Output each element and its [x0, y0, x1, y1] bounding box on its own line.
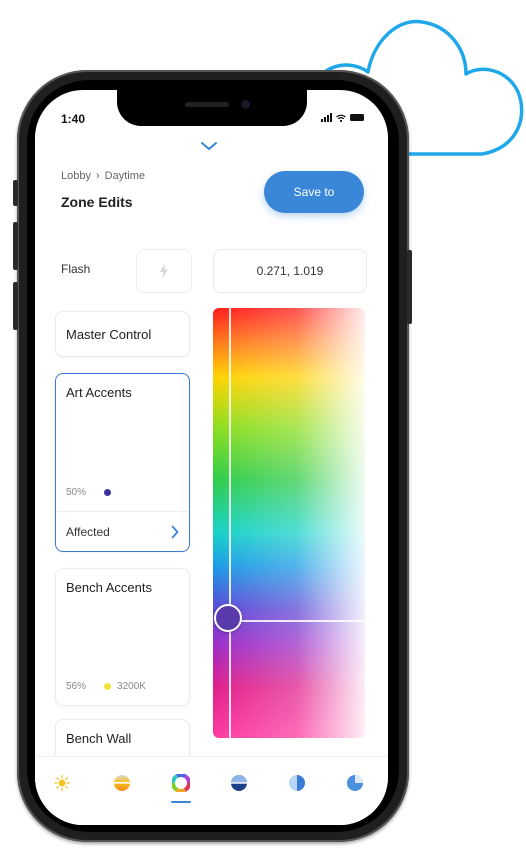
page-title: Zone Edits	[61, 194, 133, 210]
wifi-icon	[336, 114, 346, 122]
zone-label: Master Control	[66, 326, 152, 342]
gradient-circle-icon	[114, 775, 130, 791]
breadcrumb-separator: ›	[95, 170, 100, 182]
horizon-circle-icon	[231, 775, 247, 791]
half-circle-icon	[289, 775, 305, 791]
flash-toggle[interactable]	[136, 249, 192, 293]
app-screen: 1:40 Lobby › Daytime Zone Edits Save to …	[35, 90, 388, 825]
volume-up-button	[13, 222, 18, 270]
bottom-tab-bar	[35, 756, 388, 825]
pie-timer-icon	[347, 775, 363, 791]
chevron-down-icon[interactable]	[199, 140, 219, 152]
status-time: 1:40	[61, 112, 86, 126]
sun-icon	[54, 775, 70, 791]
volume-down-button	[13, 282, 18, 330]
zone-label: Bench Wall	[66, 731, 132, 746]
crosshair-vertical	[229, 308, 231, 738]
notch	[117, 90, 307, 126]
status-icons	[321, 113, 364, 122]
breadcrumb: Lobby › Daytime	[61, 170, 145, 182]
affected-row[interactable]: Affected	[56, 511, 189, 551]
tab-brightness[interactable]	[50, 771, 74, 795]
tab-timer[interactable]	[343, 771, 367, 795]
zone-color-dot	[104, 489, 112, 496]
zone-label: Art Accents	[66, 385, 132, 400]
zone-color-dot	[104, 683, 112, 690]
zone-level-value: 50%	[66, 487, 87, 498]
breadcrumb-parent[interactable]: Lobby	[61, 170, 91, 182]
tab-gradient[interactable]	[110, 771, 134, 795]
affected-label: Affected	[66, 524, 110, 539]
breadcrumb-current: Daytime	[104, 170, 145, 182]
zone-level-value: 56%	[66, 681, 87, 692]
tab-horizon[interactable]	[227, 771, 251, 795]
battery-icon	[350, 114, 364, 121]
chevron-right-icon	[171, 525, 179, 538]
tab-color[interactable]	[169, 771, 193, 795]
tab-shade[interactable]	[285, 771, 309, 795]
active-tab-indicator	[171, 801, 191, 803]
color-wheel-icon	[172, 774, 190, 792]
zone-card-bench-accents[interactable]: Bench Accents 56% 3200K	[55, 568, 190, 706]
lightning-icon	[160, 264, 168, 278]
zone-label: Bench Accents	[66, 580, 152, 595]
crosshair-horizontal	[229, 620, 365, 622]
color-picker[interactable]	[213, 308, 365, 738]
power-button	[407, 250, 412, 324]
color-coordinates-field[interactable]: 0.271, 1.019	[213, 249, 367, 293]
mute-switch	[13, 180, 18, 206]
save-to-button[interactable]: Save to	[264, 171, 364, 213]
zone-card-art-accents[interactable]: Art Accents 50% Affected	[55, 373, 190, 552]
zone-level: 56% 3200K	[66, 681, 146, 692]
zone-temperature: 3200K	[117, 681, 146, 692]
zone-level: 50%	[66, 487, 112, 498]
color-picker-handle[interactable]	[214, 604, 242, 632]
flash-label: Flash	[61, 262, 91, 276]
zone-card-master-control[interactable]: Master Control	[55, 311, 190, 357]
signal-icon	[321, 113, 332, 122]
